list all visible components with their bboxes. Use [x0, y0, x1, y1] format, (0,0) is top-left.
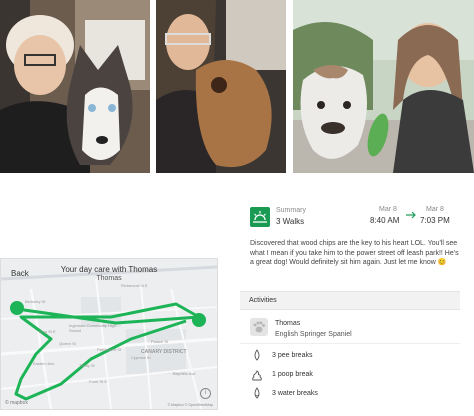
route-map[interactable]: Back Your day care with Thomas Thomas Ri…: [0, 258, 218, 410]
info-icon[interactable]: i: [200, 388, 211, 399]
road-label: Front St E: [89, 379, 108, 384]
walk-count: 3 Walks: [276, 217, 305, 226]
dog-breed: English Springer Spaniel: [275, 331, 352, 338]
activities-title: Activities: [249, 297, 277, 304]
water-breaks: 3 water breaks: [272, 390, 318, 397]
start-date: Mar 8: [379, 206, 397, 213]
road-label: King St E: [39, 329, 56, 334]
road-label: Bayview Ave: [173, 371, 196, 376]
school-label: Ingenium Community High School: [69, 323, 117, 333]
poop-breaks: 1 poop break: [272, 371, 313, 378]
sunrise-icon: [250, 207, 270, 227]
pee-breaks: 3 pee breaks: [272, 352, 313, 359]
end-date: Mar 8: [426, 206, 444, 213]
photo-woman-with-husky[interactable]: [0, 0, 150, 173]
road-label: Cypress St: [131, 355, 151, 360]
road-label: Trinity St: [79, 363, 95, 368]
paw-icon: [250, 318, 268, 336]
photo-woman-with-doodle[interactable]: [156, 0, 286, 173]
map-subtitle: Thomas: [96, 275, 122, 282]
route-start-marker[interactable]: [10, 301, 24, 315]
summary-label: Summary: [276, 207, 306, 214]
road-label: Parliament St: [97, 347, 122, 352]
photo-woman-with-bulldog[interactable]: [293, 0, 474, 173]
district-label: CANARY DISTRICT: [141, 349, 187, 355]
arrow-right-icon: [406, 211, 416, 219]
mapbox-logo: © mapbox: [5, 400, 28, 406]
pee-icon: [254, 349, 260, 361]
map-title: Your day care with Thomas: [60, 265, 158, 274]
map-attribution[interactable]: © Mapbox © OpenStreetMap: [168, 403, 213, 407]
end-time: 7:03 PM: [420, 216, 450, 225]
road-label: Palace St: [151, 339, 169, 344]
dog-name: Thomas: [275, 320, 301, 327]
poop-icon: [252, 370, 262, 381]
sitter-note: Discovered that wood chips are the key t…: [250, 240, 459, 266]
route-end-marker[interactable]: [192, 313, 206, 327]
start-time: 8:40 AM: [370, 216, 400, 225]
road-label: Berkeley St: [25, 299, 46, 304]
road-label: Richmond St E: [121, 283, 148, 288]
water-icon: [254, 387, 260, 399]
divider: [240, 343, 460, 344]
road-label: Queen St: [59, 341, 76, 346]
road-label: Eastern Ave: [33, 361, 55, 366]
